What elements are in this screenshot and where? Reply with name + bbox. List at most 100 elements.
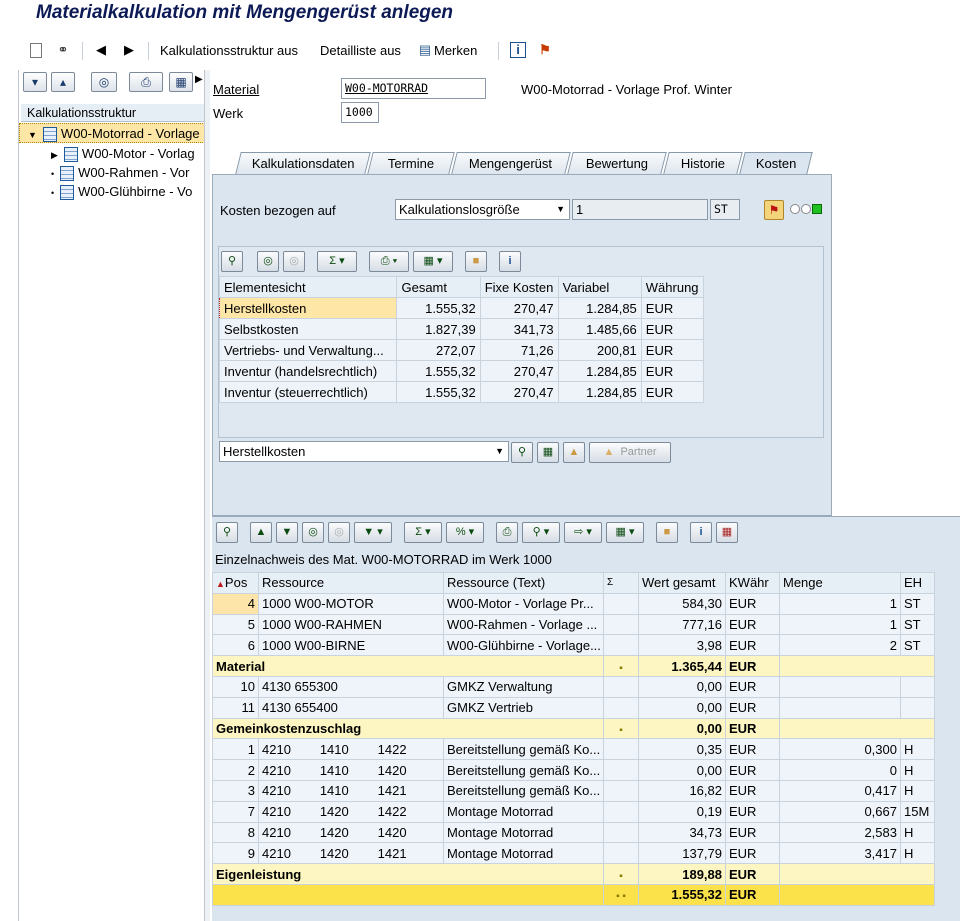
subtotal-wert: 189,88 — [638, 863, 726, 885]
table-row[interactable]: Herstellkosten 1.555,32 270,47 1.284,85 … — [218, 297, 705, 319]
tab-termine[interactable]: Termine — [367, 152, 455, 174]
cell: EUR — [640, 339, 705, 361]
werk-input[interactable]: 1000 — [341, 102, 379, 123]
table-row[interactable]: Inventur (steuerrechtlich) 1.555,32 270,… — [218, 381, 705, 403]
table-row[interactable]: 2 4210 1410 1420 Bereitstellung gemäß Ko..… — [212, 759, 935, 781]
tree-item-gluehbirne[interactable]: • W00-Glühbirne - Vo — [19, 182, 205, 202]
tree-item-motorrad[interactable]: ▼ W00-Motorrad - Vorlage — [19, 123, 205, 143]
layout-icon[interactable]: ▦ ▾ — [413, 250, 453, 272]
filter-icon[interactable]: ▼ ▾ — [354, 521, 392, 543]
table-row[interactable]: 5 1000 W00-RAHMEN W00-Rahmen - Vorlage ...… — [212, 613, 935, 636]
subtotal-row[interactable]: Gemeinkostenzuschlag ▪ 0,00 EUR — [212, 717, 935, 740]
col-ressource[interactable]: Ressource — [258, 572, 444, 594]
dropdown-arrow-icon[interactable]: ▼ — [556, 200, 565, 219]
cost-view-select[interactable]: Herstellkosten ▼ — [219, 441, 509, 462]
print-preview-icon[interactable]: ⎙ ▾ — [369, 250, 409, 272]
collapse-caret-icon[interactable]: ▼ — [28, 130, 37, 140]
find-binoculars-icon[interactable]: ◎ — [91, 72, 117, 92]
kalkulationsstruktur-aus-button[interactable]: Kalkulationsstruktur aus — [160, 40, 298, 60]
table-row[interactable]: 7 4210 1420 1422 Montage Motorrad 0,19 EUR 0,… — [212, 800, 935, 823]
layout-icon[interactable]: ▦ — [169, 72, 193, 92]
graphic-icon[interactable]: ■ — [656, 521, 678, 543]
col-menge[interactable]: Menge — [779, 572, 901, 594]
table-row[interactable]: 9 4210 1420 1421 Montage Motorrad 137,79 EUR… — [212, 842, 935, 865]
find-icon[interactable]: ◎ — [257, 250, 279, 272]
table-row[interactable]: Inventur (handelsrechtlich) 1.555,32 270… — [218, 360, 705, 382]
find-icon[interactable]: ◎ — [302, 521, 324, 543]
col-eh[interactable]: EH — [900, 572, 935, 594]
cell-sum — [603, 738, 639, 761]
expand-icon[interactable]: ▾ — [23, 72, 47, 92]
col-kwaehr[interactable]: KWähr — [725, 572, 780, 594]
sum-icon[interactable]: Σ ▾ — [317, 250, 357, 272]
table-row[interactable]: Vertriebs- und Verwaltung... 272,07 71,2… — [218, 339, 705, 361]
tab-mengengeruest[interactable]: Mengengerüst — [451, 152, 571, 174]
expand-caret-icon[interactable]: ▶ — [51, 150, 58, 160]
subtotal-row[interactable]: Eigenleistung ▪ 189,88 EUR — [212, 863, 935, 885]
subtotal-icon[interactable]: % ▾ — [446, 521, 484, 543]
sum-icon[interactable]: Σ ▾ — [404, 521, 442, 543]
subtotal-marker-icon: ▪ — [603, 863, 639, 885]
sort-descending-icon[interactable]: ▼ — [276, 521, 298, 543]
details-icon[interactable]: ⚲ — [221, 250, 243, 272]
table-row[interactable]: 4 1000 W00-MOTOR W00-Motor - Vorlage Pr...… — [212, 592, 935, 615]
print-preview-icon[interactable]: ⚲ ▾ — [522, 521, 560, 543]
details-icon[interactable]: ⚲ — [511, 441, 533, 463]
layout-icon[interactable]: ▦ ▾ — [606, 521, 644, 543]
tab-kalkulationsdaten[interactable]: Kalkulationsdaten — [235, 152, 371, 174]
col-wert-gesamt[interactable]: Wert gesamt — [638, 572, 726, 594]
info-icon[interactable]: i — [499, 250, 521, 272]
tab-kosten[interactable]: Kosten — [739, 152, 813, 174]
kosten-basis-select[interactable]: Kalkulationslosgröße ▼ — [395, 199, 570, 220]
find-next-icon[interactable]: ◎ — [283, 250, 305, 272]
grand-total-row[interactable]: ▪ ▪ 1.555,32 EUR — [212, 883, 935, 906]
currency-icon[interactable]: ▦ — [716, 521, 738, 543]
table-row[interactable]: 10 4130 655300 GMKZ Verwaltung 0,00 EUR — [212, 675, 935, 698]
export-icon[interactable]: ⇨ ▾ — [564, 521, 602, 543]
help-icon[interactable]: ⚑ — [536, 40, 554, 60]
details-icon[interactable]: ⚲ — [216, 521, 238, 543]
tree-item-rahmen[interactable]: • W00-Rahmen - Vor — [19, 163, 205, 183]
splitter[interactable] — [204, 70, 210, 921]
cell-eh: H — [900, 759, 935, 781]
status-log-icon[interactable]: ⚑ — [764, 200, 784, 220]
info-icon[interactable]: i — [510, 40, 526, 60]
dropdown-arrow-icon[interactable]: ▼ — [495, 442, 504, 461]
hierarchy-icon[interactable]: ▲ — [563, 441, 585, 463]
col-pos[interactable]: ▲Pos — [212, 572, 259, 594]
col-sum[interactable]: Σ — [603, 572, 639, 594]
table-row[interactable]: 3 4210 1410 1421 Bereitstellung gemäß Ko..… — [212, 779, 935, 802]
next-arrow-icon[interactable]: ▶ — [120, 40, 138, 60]
col-ressource-text[interactable]: Ressource (Text) — [443, 572, 604, 594]
detailliste-aus-button[interactable]: Detailliste aus — [320, 40, 401, 60]
subtotal-kwaehr: EUR — [725, 863, 780, 885]
table-row[interactable]: Selbstkosten 1.827,39 341,73 1.485,66 EU… — [218, 318, 705, 340]
info-icon[interactable]: i — [690, 521, 712, 543]
table-row[interactable]: 11 4130 655400 GMKZ Vertrieb 0,00 EUR — [212, 696, 935, 719]
table-row[interactable]: 8 4210 1420 1420 Montage Motorrad 34,73 EUR 2… — [212, 821, 935, 844]
new-document-icon[interactable] — [30, 40, 42, 60]
calculation-structure-panel: ▾ ▴ ◎ ⎙ ▦ ▶ Kalkulationsstruktur ▼ W00-Mo… — [18, 70, 205, 921]
partner-button[interactable]: ▲ Partner — [589, 441, 671, 463]
sort-ascending-icon[interactable]: ▲ — [250, 521, 272, 543]
calculation-icon — [63, 147, 78, 163]
more-arrow-icon[interactable]: ▶ — [195, 74, 203, 85]
tab-bewertung[interactable]: Bewertung — [567, 152, 667, 174]
tree-item-motor[interactable]: ▶ W00-Motor - Vorlag — [19, 144, 205, 164]
table-row[interactable]: 1 4210 1410 1422 Bereitstellung gemäß Ko..… — [212, 738, 935, 761]
columns-icon[interactable]: ▦ — [537, 441, 559, 463]
graphic-icon[interactable]: ■ — [465, 250, 487, 272]
cell-sum — [603, 759, 639, 781]
previous-arrow-icon[interactable]: ◀ — [92, 40, 110, 60]
collapse-icon[interactable]: ▴ — [51, 72, 75, 92]
subtotal-row[interactable]: Material ▪ 1.365,44 EUR — [212, 655, 935, 677]
material-input[interactable]: W00-MOTORRAD — [341, 78, 486, 99]
cell-ressource-text: Montage Motorrad — [443, 800, 604, 823]
find-next-icon[interactable]: ◎ — [328, 521, 350, 543]
display-glasses-icon[interactable]: ⚭ — [54, 40, 72, 60]
print-icon[interactable]: ⎙ — [129, 72, 163, 92]
table-row[interactable]: 6 1000 W00-BIRNE W00-Glühbirne - Vorlage..… — [212, 634, 935, 657]
print-icon[interactable]: ⎙ — [496, 521, 518, 543]
tab-historie[interactable]: Historie — [663, 152, 743, 174]
merken-button[interactable]: ▤ Merken — [416, 40, 478, 60]
